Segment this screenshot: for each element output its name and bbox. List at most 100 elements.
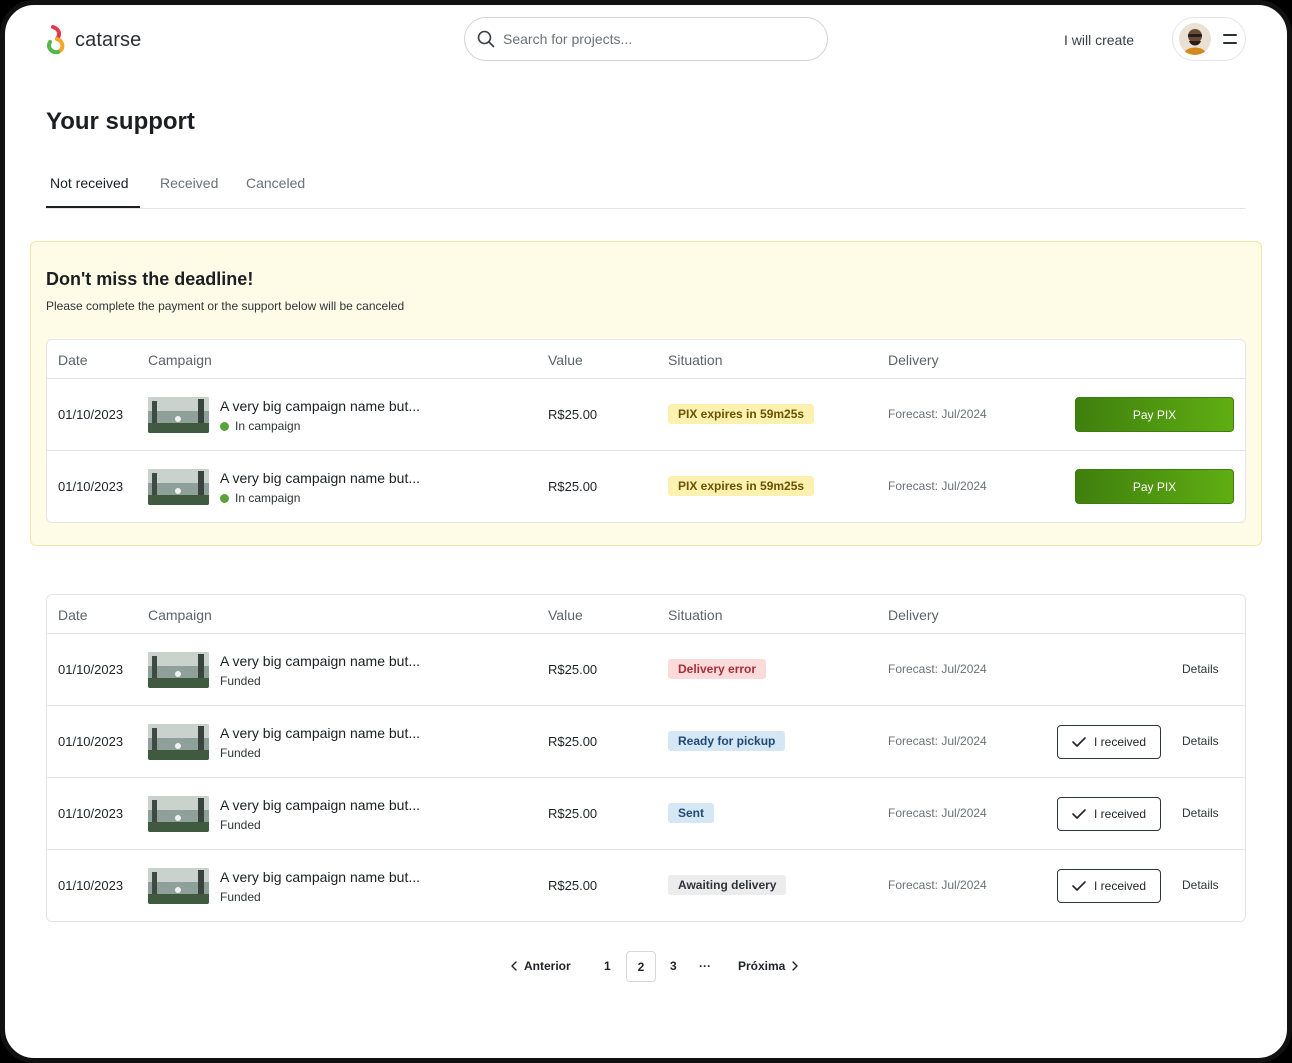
menu-icon [1223, 34, 1237, 44]
campaign-thumbnail[interactable] [148, 796, 209, 832]
details-link[interactable]: Details [1182, 734, 1219, 748]
tab-canceled[interactable]: Canceled [246, 175, 305, 191]
table-row: 01/10/2023 A very big campaign name but.… [47, 634, 1245, 706]
chevron-right-icon [792, 961, 799, 971]
campaign-status: In campaign [220, 419, 300, 433]
support-value: R$25.00 [548, 479, 598, 494]
support-date: 01/10/2023 [58, 734, 124, 749]
support-value: R$25.00 [548, 734, 598, 749]
support-value: R$25.00 [548, 878, 598, 893]
campaign-status-label: In campaign [235, 491, 301, 505]
campaign-status: In campaign [220, 491, 300, 505]
search-bar[interactable] [464, 17, 828, 61]
page-3-button[interactable]: 3 [670, 959, 677, 973]
campaign-thumbnail[interactable] [148, 652, 209, 688]
column-header-delivery: Delivery [888, 352, 939, 368]
previous-page-button[interactable]: Anterior [511, 959, 571, 973]
tab-received[interactable]: Received [160, 175, 218, 191]
i-received-button[interactable]: I received [1057, 725, 1161, 759]
table-row: 01/10/2023 A very big campaign name but.… [47, 706, 1245, 778]
campaign-name-link[interactable]: A very big campaign name but... [220, 725, 420, 741]
situation-badge: Sent [668, 803, 715, 823]
campaign-name-link[interactable]: A very big campaign name but... [220, 797, 420, 813]
deadline-subtitle: Please complete the payment or the suppo… [46, 299, 405, 313]
logo-text: catarse [75, 28, 142, 51]
column-header-delivery: Delivery [888, 607, 939, 623]
support-date: 01/10/2023 [58, 662, 124, 677]
table-row: 01/10/2023 A very big campaign name but.… [47, 850, 1245, 921]
column-header-situation: Situation [668, 607, 723, 623]
situation-badge: PIX expires in 59m25s [668, 404, 815, 424]
campaign-status-label: Funded [220, 674, 261, 688]
support-date: 01/10/2023 [58, 806, 124, 821]
delivery-forecast: Forecast: Jul/2024 [888, 878, 987, 892]
campaign-name-link[interactable]: A very big campaign name but... [220, 398, 420, 414]
app-window: catarse I will create Your support Not r… [0, 0, 1292, 1063]
campaign-name-link[interactable]: A very big campaign name but... [220, 470, 420, 486]
pagination: Anterior 1 2 3 ··· Próxima [509, 951, 809, 982]
i-received-label: I received [1093, 807, 1147, 821]
page-2-button[interactable]: 2 [626, 951, 656, 982]
i-received-label: I received [1093, 879, 1147, 893]
next-page-label: Próxima [738, 959, 786, 973]
support-value: R$25.00 [548, 662, 598, 677]
campaign-status-label: Funded [220, 890, 261, 904]
campaign-name-link[interactable]: A very big campaign name but... [220, 653, 420, 669]
pending-payments-table: Date Campaign Value Situation Delivery 0… [46, 339, 1246, 523]
check-icon [1072, 737, 1086, 747]
check-icon [1072, 881, 1086, 891]
campaign-thumbnail[interactable] [148, 469, 209, 505]
table-row: 01/10/2023 A very big campaign name but.… [47, 379, 1245, 451]
table-header: Date Campaign Value Situation Delivery [47, 595, 1245, 634]
status-dot-icon [220, 421, 229, 431]
page-title: Your support [46, 108, 195, 135]
user-menu[interactable] [1172, 17, 1246, 61]
support-value: R$25.00 [548, 407, 598, 422]
tab-not-received[interactable]: Not received [50, 175, 129, 191]
delivery-forecast: Forecast: Jul/2024 [888, 407, 987, 421]
i-received-label: I received [1093, 735, 1147, 749]
column-header-date: Date [58, 607, 88, 623]
campaign-status-label: In campaign [235, 419, 301, 433]
campaign-thumbnail[interactable] [148, 397, 209, 433]
details-link[interactable]: Details [1182, 662, 1219, 676]
support-date: 01/10/2023 [58, 479, 124, 494]
details-link[interactable]: Details [1182, 878, 1219, 892]
status-dot-icon [220, 493, 229, 503]
situation-badge: PIX expires in 59m25s [668, 476, 815, 496]
delivery-forecast: Forecast: Jul/2024 [888, 806, 987, 820]
i-received-button[interactable]: I received [1057, 869, 1161, 903]
column-header-value: Value [548, 607, 583, 623]
campaign-status-label: Funded [220, 818, 261, 832]
catarse-logo[interactable]: catarse [45, 25, 141, 55]
next-page-button[interactable]: Próxima [738, 959, 799, 973]
deadline-title: Don't miss the deadline! [46, 269, 254, 289]
column-header-situation: Situation [668, 352, 723, 368]
campaign-thumbnail[interactable] [148, 868, 209, 904]
avatar [1179, 23, 1211, 55]
table-row: 01/10/2023 A very big campaign name but.… [47, 778, 1245, 850]
supports-table: Date Campaign Value Situation Delivery 0… [46, 594, 1246, 922]
pay-pix-button[interactable]: Pay PIX [1075, 469, 1234, 504]
column-header-date: Date [58, 352, 88, 368]
pagination-ellipsis: ··· [699, 959, 711, 973]
details-link[interactable]: Details [1182, 806, 1219, 820]
i-received-button[interactable]: I received [1057, 797, 1161, 831]
column-header-campaign: Campaign [148, 607, 212, 623]
pay-pix-button[interactable]: Pay PIX [1075, 397, 1234, 432]
campaign-name-link[interactable]: A very big campaign name but... [220, 869, 420, 885]
delivery-forecast: Forecast: Jul/2024 [888, 662, 987, 676]
page-1-button[interactable]: 1 [604, 959, 611, 973]
create-project-link[interactable]: I will create [1064, 32, 1134, 48]
column-header-campaign: Campaign [148, 352, 212, 368]
delivery-forecast: Forecast: Jul/2024 [888, 479, 987, 493]
search-input[interactable] [503, 31, 803, 47]
column-header-value: Value [548, 352, 583, 368]
table-row: 01/10/2023 A very big campaign name but.… [47, 451, 1245, 522]
campaign-thumbnail[interactable] [148, 724, 209, 760]
previous-page-label: Anterior [524, 959, 571, 973]
check-icon [1072, 809, 1086, 819]
campaign-status-label: Funded [220, 746, 261, 760]
search-icon [477, 30, 495, 48]
deadline-panel: Don't miss the deadline! Please complete… [30, 241, 1262, 546]
